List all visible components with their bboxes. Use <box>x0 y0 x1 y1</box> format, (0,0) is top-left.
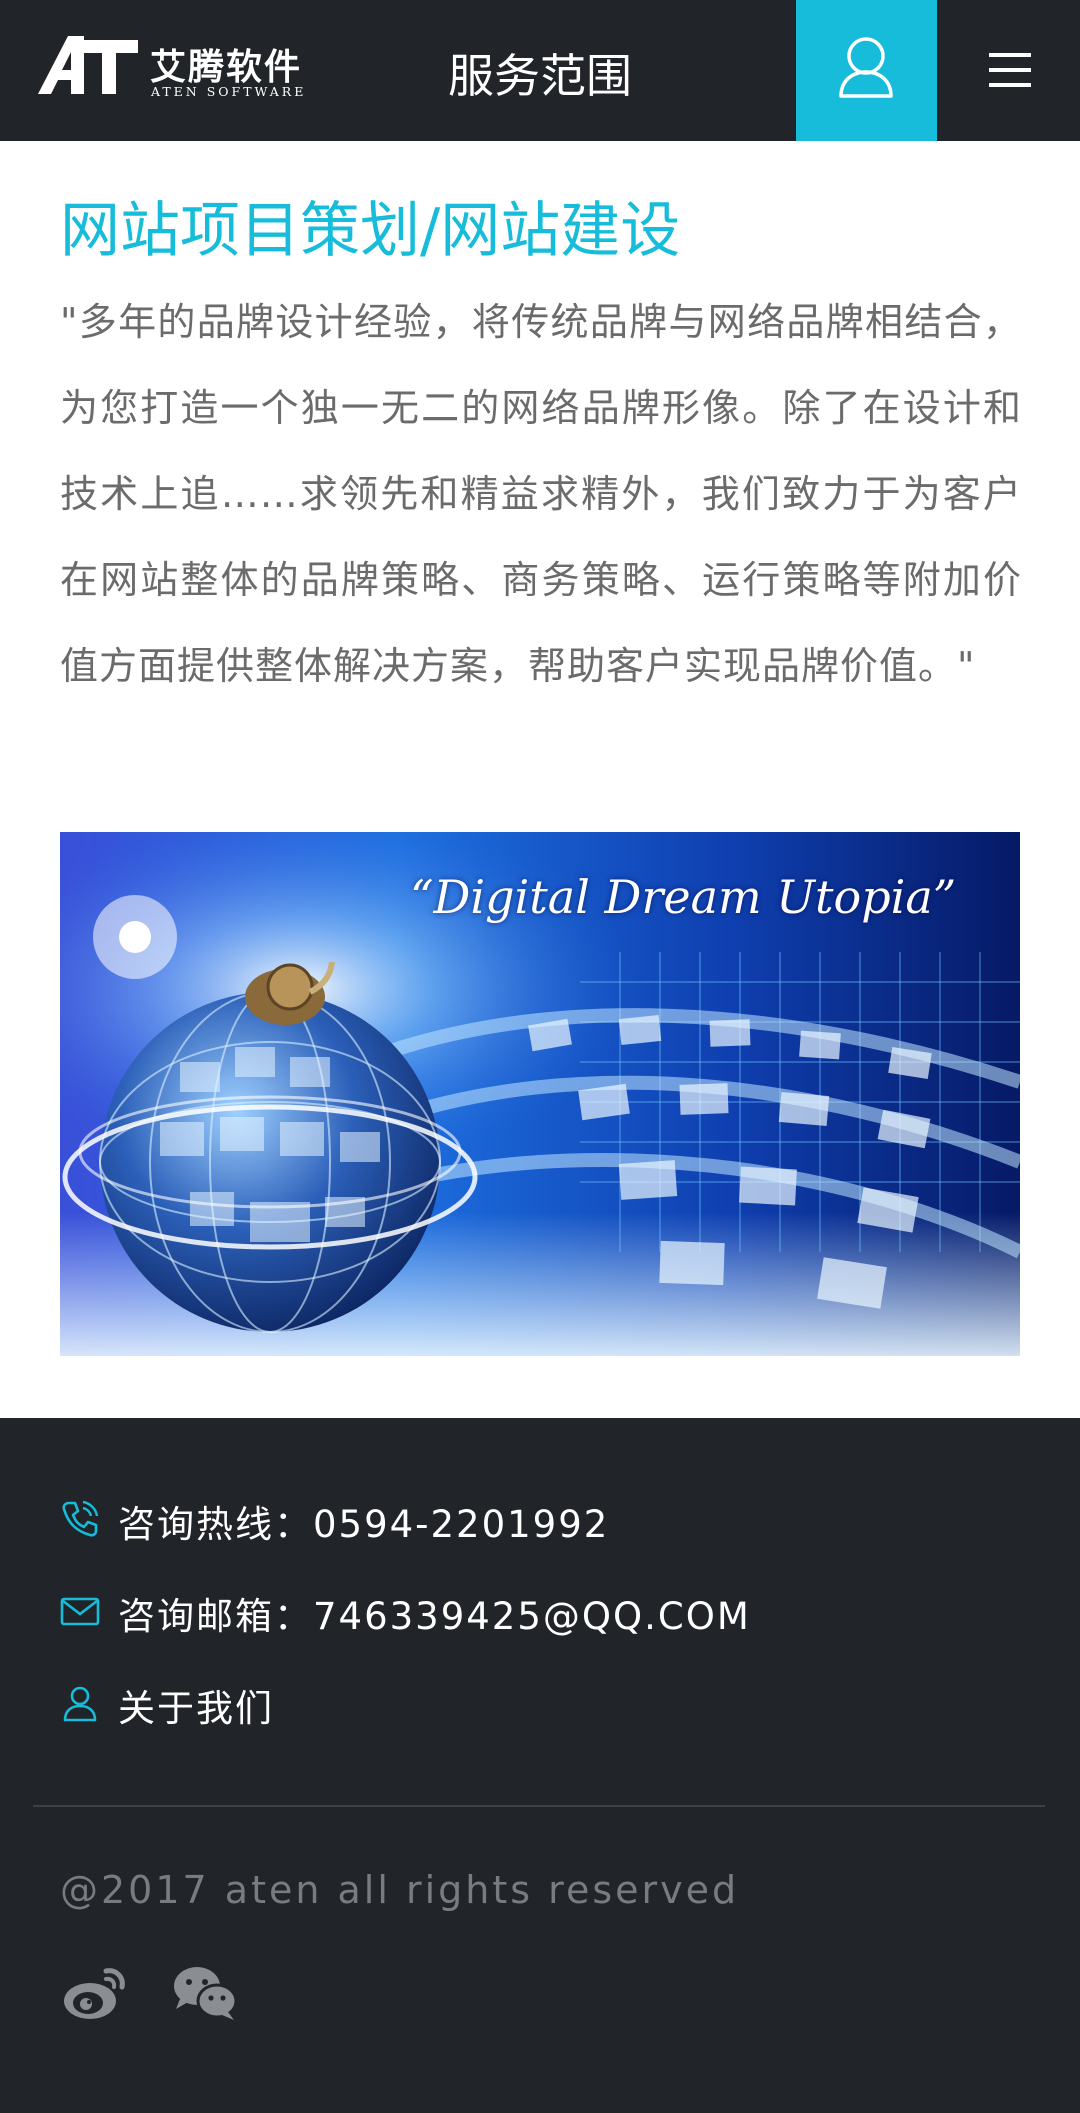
aten-logo[interactable]: 艾腾软件 ATEN SOFTWARE <box>38 36 308 100</box>
hotline-text: 咨询热线：0594-2201992 <box>118 1503 610 1546</box>
wechat-link[interactable] <box>172 1965 238 2021</box>
copyright-text: @2017 aten all rights reserved <box>60 1868 740 1912</box>
menu-button[interactable] <box>937 0 1080 141</box>
email-text: 咨询邮箱：746339425@QQ.COM <box>118 1595 751 1638</box>
logo-english-text: ATEN SOFTWARE <box>151 84 307 99</box>
banner-caption: “Digital Dream Utopia” <box>410 870 957 924</box>
aten-logo-mark-icon <box>38 36 138 94</box>
hamburger-menu-icon-bar <box>989 68 1031 72</box>
user-icon <box>839 37 893 98</box>
hamburger-menu-icon <box>989 53 1031 57</box>
weibo-icon <box>64 1968 125 2019</box>
top-nav-bar: 艾腾软件 ATEN SOFTWARE 服务范围 <box>0 0 1080 141</box>
phone-icon <box>62 1500 99 1537</box>
about-us-text: 关于我们 <box>118 1687 274 1730</box>
nav-title: 服务范围 <box>448 49 632 103</box>
user-outline-icon <box>63 1686 97 1722</box>
page-title: 网站项目策划/网站建设 <box>60 196 681 266</box>
user-button[interactable] <box>796 0 937 141</box>
service-description: "多年的品牌设计经验，将传统品牌与网络品牌相结合，为您打造一个独一无二的网络品牌… <box>60 300 1022 688</box>
footer-divider <box>33 1805 1045 1807</box>
logo-chinese-text: 艾腾软件 <box>150 47 303 88</box>
banner-image: “Digital Dream Utopia” <box>60 832 1020 1356</box>
weibo-link[interactable] <box>62 1965 128 2021</box>
hamburger-menu-icon-bar <box>989 83 1031 87</box>
mail-icon <box>60 1597 100 1626</box>
wechat-icon <box>174 1967 238 2020</box>
